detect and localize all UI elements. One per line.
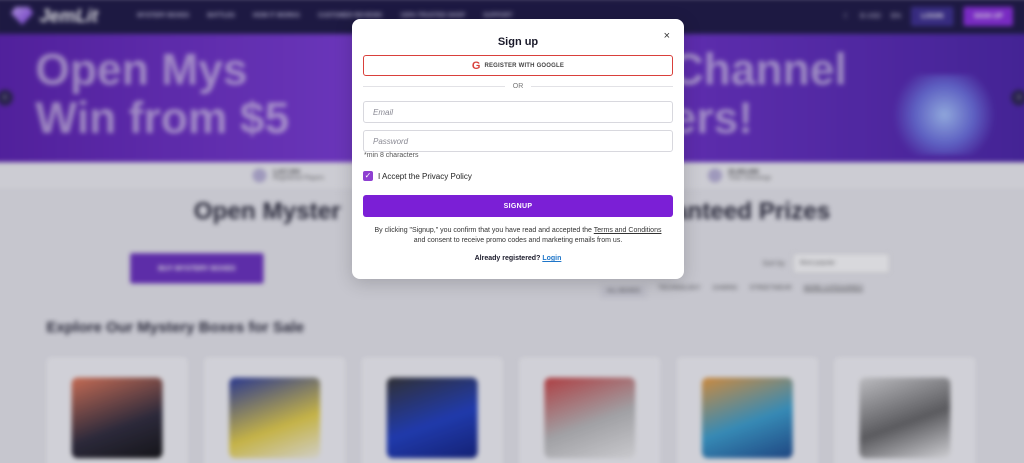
terms-text: By clicking "Signup," you confirm that y… [372,226,664,246]
already-registered: Already registered? Login [352,255,684,262]
terms-prefix: By clicking "Signup," you confirm that y… [374,227,594,234]
email-field[interactable] [363,101,673,123]
close-icon[interactable]: × [664,31,670,42]
password-field[interactable] [363,130,673,152]
or-divider: OR [363,83,673,90]
privacy-policy-row: ✓ I Accept the Privacy Policy [363,171,472,181]
privacy-policy-label[interactable]: I Accept the Privacy Policy [378,172,472,181]
signup-modal: Sign up × G REGISTER WITH GOOGLE OR *min… [352,19,684,279]
already-text: Already registered? [474,255,543,262]
password-hint: *min 8 characters [364,152,419,159]
google-icon: G [471,59,481,72]
terms-suffix: and consent to receive promo codes and m… [413,237,623,244]
or-text: OR [512,83,524,90]
google-button-label: REGISTER WITH GOOGLE [484,62,565,69]
login-link[interactable]: Login [542,255,561,262]
privacy-policy-checkbox[interactable]: ✓ [363,171,373,181]
register-with-google-button[interactable]: G REGISTER WITH GOOGLE [363,55,673,76]
terms-link[interactable]: Terms and Conditions [594,227,662,234]
signup-button[interactable]: SIGNUP [363,195,673,217]
divider-line [531,86,673,87]
modal-title: Sign up [497,36,539,48]
divider-line [363,86,505,87]
